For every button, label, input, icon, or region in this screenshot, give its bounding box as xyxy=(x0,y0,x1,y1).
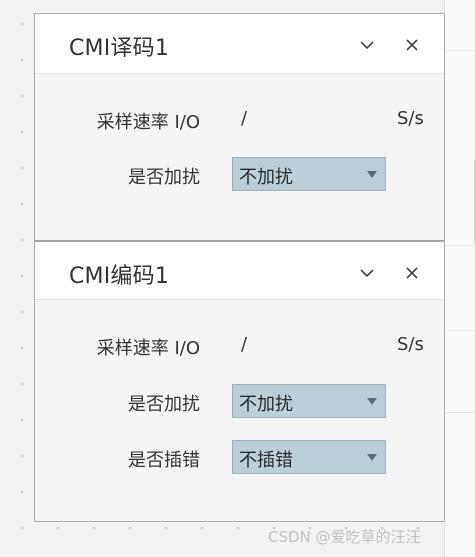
background-panel xyxy=(444,0,475,557)
dialog-title: CMI编码1 xyxy=(69,264,170,289)
scramble-label: 是否加扰 xyxy=(128,167,200,188)
scramble-select-value: 不加扰 xyxy=(239,167,293,188)
scramble-select[interactable]: 不加扰 xyxy=(232,157,386,191)
cmi-decode-dialog: CMI译码1 采样速率 I/O / S/s 是否加扰 不加扰 xyxy=(34,13,445,241)
scramble-select-value: 不加扰 xyxy=(239,394,293,415)
chevron-down-icon[interactable] xyxy=(356,262,378,284)
chevron-down-icon[interactable] xyxy=(356,34,378,56)
sample-rate-unit: S/s xyxy=(397,334,424,355)
dialog-header[interactable]: CMI译码1 xyxy=(35,14,444,74)
triangle-down-icon xyxy=(365,394,379,408)
sample-rate-row: 采样速率 I/O / S/s xyxy=(35,102,444,138)
triangle-down-icon xyxy=(365,167,379,181)
close-icon[interactable] xyxy=(401,262,423,284)
scramble-select[interactable]: 不加扰 xyxy=(232,384,386,418)
watermark-text: CSDN @爱吃草的汪汪 xyxy=(268,528,421,546)
sample-rate-label: 采样速率 I/O xyxy=(96,338,200,359)
sample-rate-value: / xyxy=(241,108,248,129)
insert-error-row: 是否插错 不插错 xyxy=(35,440,444,476)
sample-rate-unit: S/s xyxy=(397,108,424,129)
scramble-row: 是否加扰 不加扰 xyxy=(35,157,444,193)
sample-rate-label: 采样速率 I/O xyxy=(96,112,200,133)
cmi-encode-dialog: CMI编码1 采样速率 I/O / S/s 是否加扰 不加扰 是否插错 不插错 xyxy=(34,240,445,522)
insert-error-select-value: 不插错 xyxy=(239,450,293,471)
insert-error-select[interactable]: 不插错 xyxy=(232,440,386,474)
scramble-label: 是否加扰 xyxy=(128,394,200,415)
insert-error-label: 是否插错 xyxy=(128,450,200,471)
dialog-title: CMI译码1 xyxy=(69,36,170,61)
dialog-header[interactable]: CMI编码1 xyxy=(35,242,444,300)
scramble-row: 是否加扰 不加扰 xyxy=(35,384,444,420)
triangle-down-icon xyxy=(365,450,379,464)
sample-rate-row: 采样速率 I/O / S/s xyxy=(35,328,444,364)
sample-rate-value: / xyxy=(241,334,248,355)
close-icon[interactable] xyxy=(401,34,423,56)
